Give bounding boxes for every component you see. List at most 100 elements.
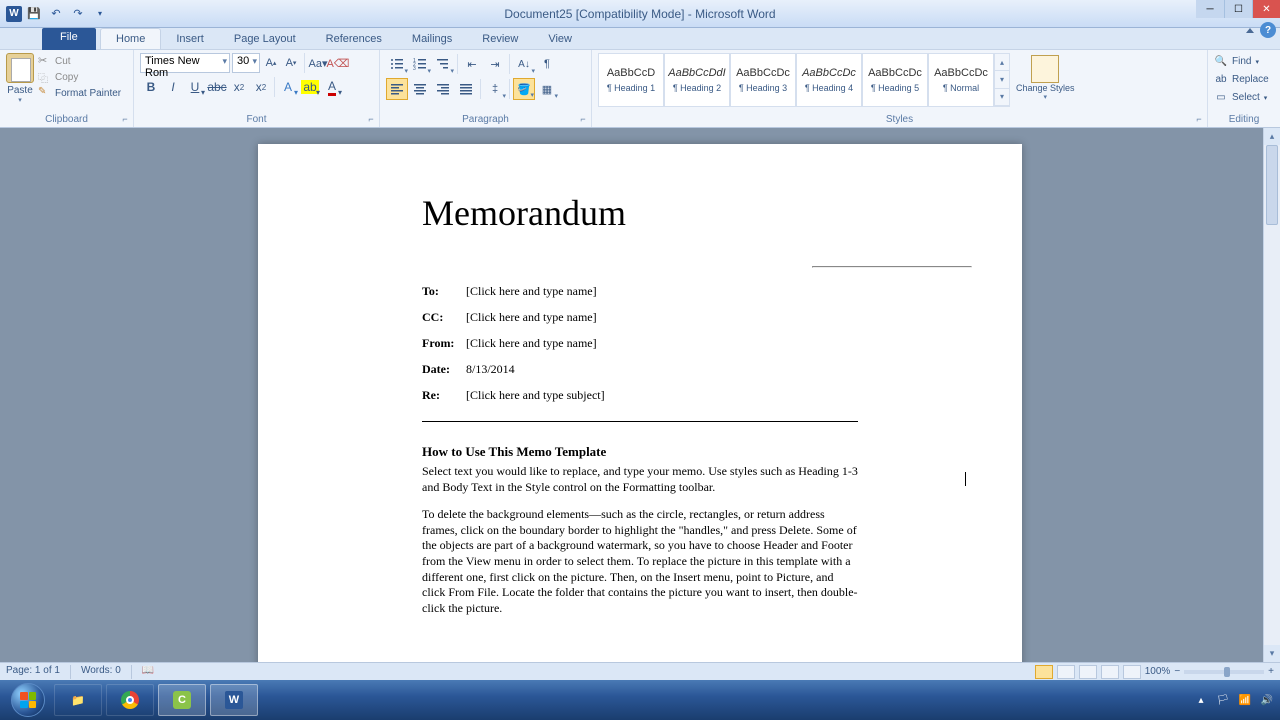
align-center-icon[interactable] — [409, 78, 431, 100]
multilevel-list-icon[interactable] — [432, 53, 454, 75]
outline-view-icon[interactable] — [1101, 665, 1119, 679]
howto-p1[interactable]: Select text you would like to replace, a… — [422, 464, 858, 495]
style-heading4[interactable]: AaBbCcDc¶ Heading 4 — [796, 53, 862, 107]
justify-icon[interactable] — [455, 78, 477, 100]
sort-icon[interactable]: A↓ — [513, 53, 535, 75]
page-indicator[interactable]: Page: 1 of 1 — [6, 665, 60, 679]
font-size-select[interactable]: 30 — [232, 53, 260, 73]
close-button[interactable]: ✕ — [1252, 0, 1280, 18]
style-normal[interactable]: AaBbCcDc¶ Normal — [928, 53, 994, 107]
scroll-thumb[interactable] — [1266, 145, 1278, 225]
full-screen-view-icon[interactable] — [1057, 665, 1075, 679]
howto-heading[interactable]: How to Use This Memo Template — [422, 444, 858, 460]
style-heading2[interactable]: AaBbCcDdI¶ Heading 2 — [664, 53, 730, 107]
style-heading3[interactable]: AaBbCcDc¶ Heading 3 — [730, 53, 796, 107]
tab-references[interactable]: References — [311, 29, 397, 49]
shrink-font-icon[interactable]: A▾ — [282, 53, 300, 73]
tab-view[interactable]: View — [533, 29, 587, 49]
print-layout-view-icon[interactable] — [1035, 665, 1053, 679]
tab-review[interactable]: Review — [467, 29, 533, 49]
zoom-level[interactable]: 100% — [1145, 666, 1171, 677]
bold-button[interactable]: B — [140, 76, 162, 98]
howto-p2[interactable]: To delete the background elements—such a… — [422, 507, 858, 616]
start-button[interactable] — [6, 682, 50, 718]
font-launcher[interactable]: ⌐ — [365, 113, 377, 125]
styles-launcher[interactable]: ⌐ — [1193, 113, 1205, 125]
zoom-in-button[interactable]: + — [1268, 666, 1274, 677]
clear-formatting-icon[interactable]: A⌫ — [329, 53, 347, 73]
font-name-select[interactable]: Times New Rom — [140, 53, 230, 73]
paragraph-launcher[interactable]: ⌐ — [577, 113, 589, 125]
maximize-button[interactable]: ☐ — [1224, 0, 1252, 18]
draft-view-icon[interactable] — [1123, 665, 1141, 679]
find-button[interactable]: 🔍Find▾ — [1214, 53, 1274, 70]
zoom-slider[interactable] — [1184, 670, 1264, 674]
tray-network-icon[interactable]: 📶 — [1238, 693, 1252, 707]
decrease-indent-icon[interactable]: ⇤ — [461, 53, 483, 75]
tab-insert[interactable]: Insert — [161, 29, 219, 49]
doc-title[interactable]: Memorandum — [422, 192, 858, 234]
format-painter-button[interactable]: Format Painter — [38, 85, 121, 101]
tray-flag-icon[interactable]: 🏳 — [1216, 693, 1230, 707]
change-case-icon[interactable]: Aa▾ — [309, 53, 327, 73]
vertical-scrollbar[interactable]: ▴ ▾ — [1263, 128, 1280, 662]
taskbar-chrome[interactable] — [106, 684, 154, 716]
word-app-icon[interactable]: W — [6, 6, 22, 22]
cut-button[interactable]: Cut — [38, 53, 121, 69]
word-count[interactable]: Words: 0 — [81, 665, 121, 679]
scroll-up-icon[interactable]: ▴ — [1264, 128, 1280, 145]
increase-indent-icon[interactable]: ⇥ — [484, 53, 506, 75]
page[interactable]: Memorandum To:[Click here and type name]… — [258, 144, 1022, 662]
text-effects-icon[interactable]: A▾ — [277, 76, 299, 98]
tab-page-layout[interactable]: Page Layout — [219, 29, 311, 49]
taskbar-word[interactable]: W — [210, 684, 258, 716]
highlight-icon[interactable]: ab▾ — [299, 76, 321, 98]
strikethrough-button[interactable]: abc — [206, 76, 228, 98]
minimize-button[interactable]: ─ — [1196, 0, 1224, 18]
paste-button[interactable]: Paste ▾ — [6, 53, 34, 112]
undo-icon[interactable]: ↶ — [46, 4, 66, 24]
tray-show-hidden-icon[interactable]: ▴ — [1194, 693, 1208, 707]
align-left-icon[interactable] — [386, 78, 408, 100]
tray-volume-icon[interactable]: 🔊 — [1260, 693, 1274, 707]
date-field[interactable]: 8/13/2014 — [466, 362, 515, 377]
clipboard-launcher[interactable]: ⌐ — [119, 113, 131, 125]
save-icon[interactable]: 💾 — [24, 4, 44, 24]
italic-button[interactable]: I — [162, 76, 184, 98]
copy-button[interactable]: Copy — [38, 69, 121, 85]
document-area[interactable]: Memorandum To:[Click here and type name]… — [0, 128, 1280, 662]
from-field[interactable]: [Click here and type name] — [466, 336, 597, 351]
font-color-icon[interactable]: A▾ — [321, 76, 343, 98]
file-tab[interactable]: File — [42, 28, 96, 50]
to-field[interactable]: [Click here and type name] — [466, 284, 597, 299]
web-layout-view-icon[interactable] — [1079, 665, 1097, 679]
taskbar-camtasia[interactable]: C — [158, 684, 206, 716]
superscript-button[interactable]: x2 — [250, 76, 272, 98]
proofing-icon[interactable]: 📖 — [142, 665, 154, 679]
numbering-icon[interactable]: 123 — [409, 53, 431, 75]
line-spacing-icon[interactable]: ‡ — [484, 78, 506, 100]
re-field[interactable]: [Click here and type subject] — [466, 388, 605, 403]
underline-button[interactable]: U▾ — [184, 76, 206, 98]
bullets-icon[interactable] — [386, 53, 408, 75]
minimize-ribbon-icon[interactable] — [1246, 28, 1254, 33]
shading-icon[interactable]: 🪣 — [513, 78, 535, 100]
help-icon[interactable]: ? — [1260, 22, 1276, 38]
borders-icon[interactable]: ▦ — [536, 78, 558, 100]
redo-icon[interactable]: ↷ — [68, 4, 88, 24]
cc-field[interactable]: [Click here and type name] — [466, 310, 597, 325]
scroll-down-icon[interactable]: ▾ — [1264, 645, 1280, 662]
styles-scroll[interactable]: ▴▾▾ — [994, 53, 1010, 107]
select-button[interactable]: ▭Select▾ — [1214, 89, 1274, 106]
show-marks-icon[interactable]: ¶ — [536, 53, 558, 75]
style-heading5[interactable]: AaBbCcDc¶ Heading 5 — [862, 53, 928, 107]
subscript-button[interactable]: x2 — [228, 76, 250, 98]
replace-button[interactable]: abReplace — [1214, 71, 1274, 88]
qat-customize-icon[interactable]: ▾ — [90, 4, 110, 24]
align-right-icon[interactable] — [432, 78, 454, 100]
zoom-out-button[interactable]: − — [1174, 666, 1180, 677]
change-styles-button[interactable]: Change Styles ▾ — [1010, 53, 1081, 107]
taskbar-explorer[interactable]: 📁 — [54, 684, 102, 716]
grow-font-icon[interactable]: A▴ — [262, 53, 280, 73]
style-heading1[interactable]: AaBbCcD¶ Heading 1 — [598, 53, 664, 107]
